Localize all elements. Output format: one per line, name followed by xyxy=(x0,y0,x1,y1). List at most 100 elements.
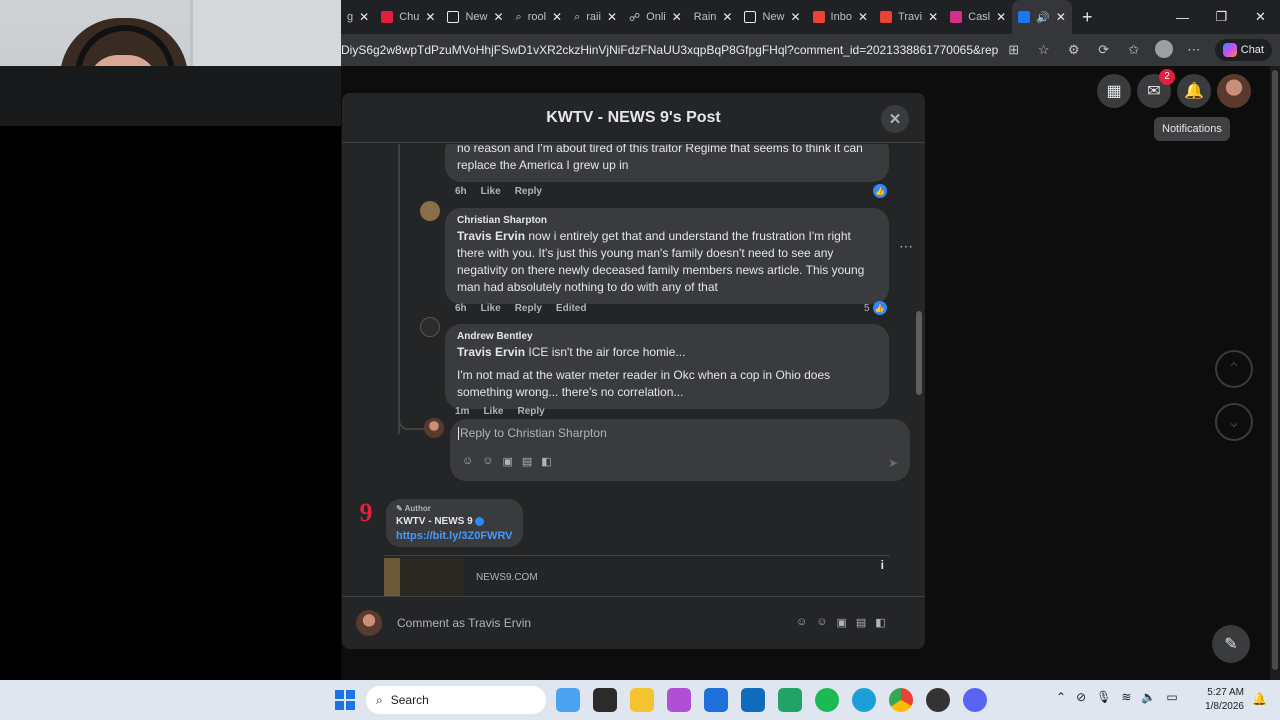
taskbar-search[interactable]: ⌕ Search xyxy=(366,686,546,714)
obs-icon[interactable] xyxy=(926,688,950,712)
browser-tab[interactable]: New ✕ xyxy=(441,0,509,34)
close-tab-icon[interactable]: ✕ xyxy=(607,10,617,24)
favorites-icon[interactable]: ✩ xyxy=(1123,42,1145,58)
store-icon[interactable] xyxy=(704,688,728,712)
file-explorer-icon[interactable] xyxy=(630,688,654,712)
camera-icon[interactable]: ▣ xyxy=(502,455,512,468)
close-tab-icon[interactable]: ✕ xyxy=(928,10,938,24)
reply-input[interactable]: Reply to Christian Sharpton ☺ ☺ ▣ ▤ ◧ ➤ xyxy=(450,419,910,481)
avatar[interactable] xyxy=(420,201,440,221)
reaction-badge[interactable]: 5 👍 xyxy=(864,301,887,315)
microphone-icon[interactable]: 🎙 xyxy=(1096,690,1111,704)
avatar-sticker-icon[interactable]: ☺ xyxy=(796,616,807,629)
gif-icon[interactable]: ▤ xyxy=(856,616,866,629)
mention-tag[interactable]: Travis Ervin xyxy=(457,345,525,359)
close-icon[interactable]: ✕ xyxy=(881,105,909,133)
scroll-up-icon[interactable]: ⌃ xyxy=(1215,350,1253,388)
performance-icon[interactable]: ⟳ xyxy=(1093,42,1115,58)
send-icon[interactable]: ➤ xyxy=(888,456,898,470)
url-field[interactable]: DiyS6g2w8wpTdPzuMVoHhjFSwD1vXR2ckzHinVjN… xyxy=(341,43,999,57)
close-tab-icon[interactable]: ✕ xyxy=(858,10,868,24)
link-preview-card[interactable]: NEWS9.COM i xyxy=(384,555,890,596)
minimize-icon[interactable]: — xyxy=(1163,10,1202,25)
browser-tab[interactable]: ⌕ rool ✕ xyxy=(510,0,569,34)
sticker-icon[interactable]: ◧ xyxy=(875,616,885,629)
profile-icon[interactable] xyxy=(1153,39,1175,61)
close-window-icon[interactable]: ✕ xyxy=(1241,9,1280,25)
excel-icon[interactable] xyxy=(778,688,802,712)
browser-tab[interactable]: Inbo ✕ xyxy=(807,0,874,34)
menu-grid-icon[interactable]: ▦ xyxy=(1097,74,1131,108)
sticker-icon[interactable]: ◧ xyxy=(541,455,551,468)
comment-time[interactable]: 1m xyxy=(455,406,469,417)
emoji-icon[interactable]: ☺ xyxy=(482,455,493,468)
spotify-icon[interactable] xyxy=(815,688,839,712)
browser-tab[interactable]: Rain ✕ xyxy=(688,0,739,34)
reply-link[interactable]: Reply xyxy=(515,186,542,197)
network-shield-icon[interactable]: ⊘ xyxy=(1076,690,1086,704)
close-tab-icon[interactable]: ✕ xyxy=(425,10,435,24)
widget-icon[interactable] xyxy=(556,688,580,712)
author-name[interactable]: KWTV - NEWS 9 xyxy=(396,516,513,527)
edge-icon[interactable] xyxy=(852,688,876,712)
chevron-up-icon[interactable]: ⌃ xyxy=(1056,690,1066,704)
reply-link[interactable]: Reply xyxy=(517,406,544,417)
new-tab-button[interactable]: + xyxy=(1082,7,1093,28)
comment-author[interactable]: Andrew Bentley xyxy=(457,330,877,344)
battery-icon[interactable]: ▭ xyxy=(1166,690,1177,704)
browser-tab[interactable]: Travi ✕ xyxy=(874,0,944,34)
browser-tab[interactable]: Chu ✕ xyxy=(375,0,441,34)
comments-scroll-area[interactable]: no reason and I'm about tired of this tr… xyxy=(342,144,925,596)
page-scrollbar[interactable] xyxy=(1270,66,1280,680)
modal-scrollbar[interactable] xyxy=(916,311,922,395)
wifi-icon[interactable]: ≋ xyxy=(1121,690,1131,704)
maximize-icon[interactable]: ❐ xyxy=(1202,9,1241,25)
avatar-sticker-icon[interactable]: ☺ xyxy=(462,455,473,468)
like-link[interactable]: Like xyxy=(481,303,501,314)
reply-link[interactable]: Reply xyxy=(515,303,542,314)
extensions-icon[interactable]: ⚙ xyxy=(1063,42,1085,58)
browser-tab[interactable]: ☍ Onli ✕ xyxy=(623,0,688,34)
author-link[interactable]: https://bit.ly/3Z0FWRV xyxy=(396,530,513,542)
news9-logo[interactable]: 9 xyxy=(352,499,380,527)
browser-tab[interactable]: New ✕ xyxy=(738,0,806,34)
taskbar-clock[interactable]: 5:27 AM 1/8/2026 xyxy=(1196,686,1244,714)
like-link[interactable]: Like xyxy=(481,186,501,197)
notifications-bell-icon[interactable]: 🔔 xyxy=(1177,74,1211,108)
windows-start-icon[interactable] xyxy=(335,690,355,710)
browser-tab-active[interactable]: 🔊 ✕ xyxy=(1012,0,1072,34)
browser-tab[interactable]: ⌕ raii ✕ xyxy=(568,0,623,34)
like-link[interactable]: Like xyxy=(483,406,503,417)
scroll-down-icon[interactable]: ⌄ xyxy=(1215,403,1253,441)
close-tab-icon[interactable]: ✕ xyxy=(359,10,369,24)
info-icon[interactable]: i xyxy=(881,558,884,572)
chrome-icon[interactable] xyxy=(889,688,913,712)
close-tab-icon[interactable]: ✕ xyxy=(672,10,682,24)
notification-center-icon[interactable]: 🔔 xyxy=(1252,692,1267,706)
gif-icon[interactable]: ▤ xyxy=(522,455,532,468)
outlook-icon[interactable] xyxy=(741,688,765,712)
more-icon[interactable]: ⋯ xyxy=(1183,42,1205,58)
discord-icon[interactable] xyxy=(963,688,987,712)
bookmark-star-icon[interactable]: ☆ xyxy=(1033,42,1055,58)
copilot-app-icon[interactable] xyxy=(667,688,691,712)
close-tab-icon[interactable]: ✕ xyxy=(552,10,562,24)
comment-composer[interactable]: Comment as Travis Ervin ☺ ☺ ▣ ▤ ◧ xyxy=(342,596,925,649)
avatar[interactable] xyxy=(420,317,440,337)
browser-tab[interactable]: Casl ✕ xyxy=(944,0,1012,34)
account-avatar[interactable] xyxy=(1217,74,1251,108)
volume-icon[interactable]: 🔈 xyxy=(1141,690,1156,704)
comment-author[interactable]: Christian Sharpton xyxy=(457,214,877,228)
close-tab-icon[interactable]: ✕ xyxy=(996,10,1006,24)
close-tab-icon[interactable]: ✕ xyxy=(1056,10,1066,24)
mention-tag[interactable]: Travis Ervin xyxy=(457,229,525,243)
messenger-icon[interactable]: ✉ 2 xyxy=(1137,69,1175,108)
new-message-icon[interactable]: ✎ xyxy=(1212,625,1250,663)
more-options-icon[interactable]: ⋯ xyxy=(899,238,913,255)
chat-button[interactable]: Chat xyxy=(1214,39,1272,61)
camera-icon[interactable]: ▣ xyxy=(836,616,846,629)
comment-time[interactable]: 6h xyxy=(455,303,467,314)
task-view-icon[interactable] xyxy=(593,688,617,712)
close-tab-icon[interactable]: ✕ xyxy=(722,10,732,24)
comment-time[interactable]: 6h xyxy=(455,186,467,197)
